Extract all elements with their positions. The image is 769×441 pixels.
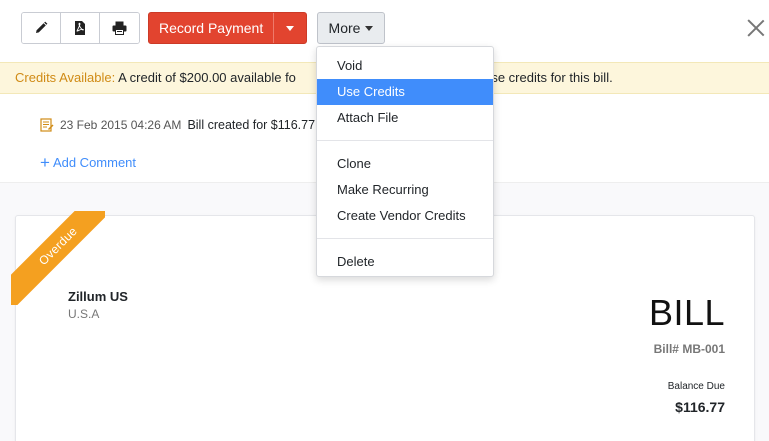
menu-item-attach-file[interactable]: Attach File xyxy=(317,105,493,131)
menu-divider xyxy=(317,140,493,141)
record-payment-dropdown-toggle[interactable] xyxy=(273,13,306,43)
note-icon xyxy=(40,118,54,132)
more-button-label: More xyxy=(328,20,361,36)
chevron-down-icon xyxy=(365,25,374,31)
edit-button[interactable] xyxy=(22,13,61,43)
balance-due-value: $116.77 xyxy=(675,399,725,415)
more-button[interactable]: More xyxy=(317,12,385,44)
record-payment-split-button: Record Payment xyxy=(148,12,307,44)
activity-entry: 23 Feb 2015 04:26 AM Bill created for $1… xyxy=(40,118,315,132)
bill-number: Bill# MB-001 xyxy=(653,342,725,356)
add-comment-label: Add Comment xyxy=(52,155,137,170)
activity-event: Bill created for $116.77 xyxy=(187,118,316,132)
action-button-group xyxy=(21,12,140,44)
plus-icon: + xyxy=(40,152,50,172)
menu-item-void[interactable]: Void xyxy=(317,53,493,79)
close-icon[interactable] xyxy=(747,19,765,37)
pencil-icon xyxy=(36,21,48,33)
vendor-country: U.S.A xyxy=(68,307,100,321)
credits-text: A credit of $200.00 available fo xyxy=(115,70,296,85)
menu-item-delete[interactable]: Delete xyxy=(317,249,493,275)
menu-item-make-recurring[interactable]: Make Recurring xyxy=(317,177,493,203)
more-dropdown-menu: Void Use Credits Attach File Clone Make … xyxy=(316,46,494,277)
menu-item-clone[interactable]: Clone xyxy=(317,151,493,177)
vendor-name: Zillum US xyxy=(68,289,128,304)
credits-label: Credits Available: xyxy=(15,70,116,85)
printer-icon xyxy=(112,21,127,35)
balance-due-label: Balance Due xyxy=(667,381,725,392)
record-payment-button[interactable]: Record Payment xyxy=(149,13,273,43)
pdf-icon xyxy=(75,21,85,35)
menu-divider xyxy=(317,238,493,239)
bill-title: BILL xyxy=(648,292,725,333)
add-comment-link[interactable]: + Add Comment xyxy=(40,152,137,172)
pdf-button[interactable] xyxy=(61,13,100,43)
menu-item-create-vendor-credits[interactable]: Create Vendor Credits xyxy=(317,203,493,229)
menu-item-use-credits[interactable]: Use Credits xyxy=(317,79,493,105)
chevron-down-icon xyxy=(286,25,295,31)
activity-timestamp: 23 Feb 2015 04:26 AM xyxy=(60,118,182,132)
print-button[interactable] xyxy=(100,13,139,43)
